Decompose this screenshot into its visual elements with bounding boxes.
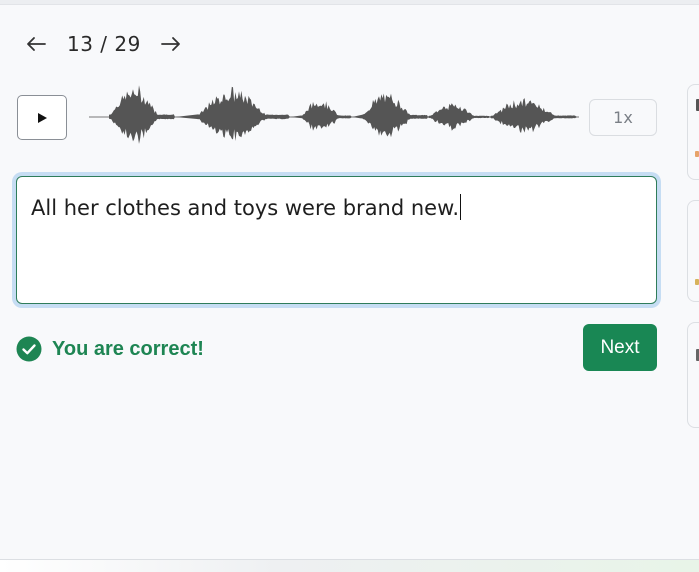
feedback-message: You are correct!: [52, 337, 204, 360]
side-card-2[interactable]: [687, 200, 699, 302]
side-card-2-accent: [695, 279, 699, 285]
top-border: [0, 0, 699, 5]
prev-button[interactable]: [24, 30, 48, 58]
side-card-1[interactable]: [687, 84, 699, 180]
pager: 13 / 29: [24, 30, 183, 58]
play-button[interactable]: [17, 95, 67, 140]
next-page-button[interactable]: [159, 30, 183, 58]
audio-waveform[interactable]: [89, 78, 579, 150]
answer-text: All her clothes and toys were brand new.: [31, 196, 460, 220]
side-card-1-accent: [695, 151, 699, 157]
playback-speed-button[interactable]: 1x: [589, 99, 657, 136]
check-circle-icon: [16, 336, 42, 362]
feedback-row: You are correct!: [16, 335, 204, 363]
bottom-strip: [0, 559, 699, 572]
page-counter: 13 / 29: [67, 32, 141, 56]
side-card-3[interactable]: [687, 322, 699, 428]
answer-textarea[interactable]: All her clothes and toys were brand new.: [16, 176, 657, 304]
arrow-left-icon: [27, 37, 46, 51]
arrow-right-icon: [160, 37, 180, 51]
next-button[interactable]: Next: [583, 324, 657, 371]
play-icon: [38, 112, 47, 123]
text-caret: [460, 194, 462, 220]
